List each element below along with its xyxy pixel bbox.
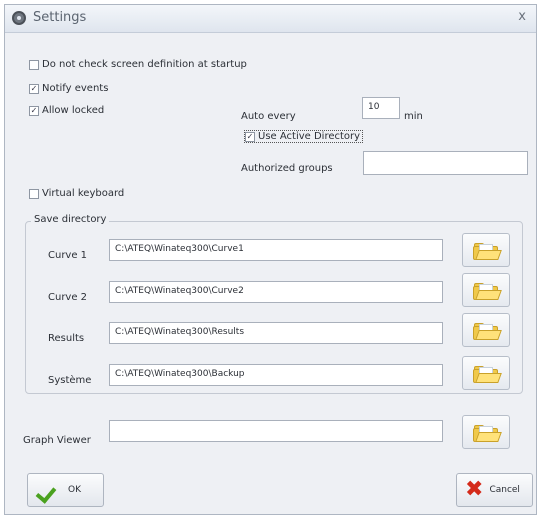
browse-curve2-button[interactable] <box>462 273 510 307</box>
x-icon: ✖ <box>465 477 484 502</box>
save-directory-title: Save directory <box>31 214 110 225</box>
allow-locked-label: Allow locked <box>42 105 105 116</box>
gear-icon <box>12 11 26 25</box>
no-check-screen-checkbox[interactable]: Do not check screen definition at startu… <box>29 59 247 70</box>
results-label: Results <box>48 333 85 344</box>
use-active-directory-checkbox[interactable]: ✓ Use Active Directory <box>244 130 364 143</box>
auto-unit-label: min <box>404 111 423 122</box>
dialog-body: Do not check screen definition at startu… <box>5 33 536 514</box>
close-button[interactable]: x <box>518 9 526 24</box>
graph-viewer-label: Graph Viewer <box>23 435 91 446</box>
no-check-screen-label: Do not check screen definition at startu… <box>42 59 247 70</box>
virtual-keyboard-checkbox[interactable]: Virtual keyboard <box>29 188 124 199</box>
checkbox-box <box>29 188 39 199</box>
cancel-button-label: Cancel <box>489 485 520 495</box>
ok-button[interactable]: OK <box>27 473 104 507</box>
notify-events-label: Notify events <box>42 83 109 94</box>
ok-button-label: OK <box>68 485 81 495</box>
cancel-button[interactable]: ✖ Cancel <box>456 473 533 507</box>
checkmark-icon <box>38 480 60 500</box>
results-path-input[interactable]: C:\ATEQ\Winateq300\Results <box>109 322 443 344</box>
auto-every-input[interactable]: 10 <box>362 97 400 119</box>
browse-results-button[interactable] <box>462 313 510 347</box>
folder-icon <box>473 365 502 383</box>
authorized-groups-label: Authorized groups <box>241 163 333 174</box>
window-title: Settings <box>33 10 87 25</box>
curve1-path-input[interactable]: C:\ATEQ\Winateq300\Curve1 <box>109 239 443 261</box>
browse-systeme-button[interactable] <box>462 356 510 390</box>
folder-icon <box>473 282 502 300</box>
allow-locked-checkbox[interactable]: ✓ Allow locked <box>29 105 104 116</box>
use-active-directory-label: Use Active Directory <box>258 131 361 142</box>
title-bar: Settings x <box>5 5 536 33</box>
checkbox-box <box>29 59 39 70</box>
curve1-label: Curve 1 <box>48 250 88 261</box>
browse-curve1-button[interactable] <box>462 233 510 267</box>
folder-icon <box>473 424 502 442</box>
curve2-label: Curve 2 <box>48 292 88 303</box>
systeme-label: Système <box>48 375 92 386</box>
folder-icon <box>473 242 502 260</box>
browse-graph-viewer-button[interactable] <box>462 415 510 449</box>
authorized-groups-input[interactable] <box>363 151 528 175</box>
systeme-path-input[interactable]: C:\ATEQ\Winateq300\Backup <box>109 364 443 386</box>
curve2-path-input[interactable]: C:\ATEQ\Winateq300\Curve2 <box>109 281 443 303</box>
notify-events-checkbox[interactable]: ✓ Notify events <box>29 83 108 94</box>
check-mark-icon: ✓ <box>29 105 39 116</box>
settings-dialog: Settings x Do not check screen definitio… <box>4 4 537 515</box>
auto-every-label: Auto every <box>241 111 296 122</box>
graph-viewer-input[interactable] <box>109 420 443 442</box>
check-mark-icon: ✓ <box>245 131 255 142</box>
check-mark-icon: ✓ <box>29 83 39 94</box>
folder-icon <box>473 322 502 340</box>
virtual-keyboard-label: Virtual keyboard <box>42 188 125 199</box>
